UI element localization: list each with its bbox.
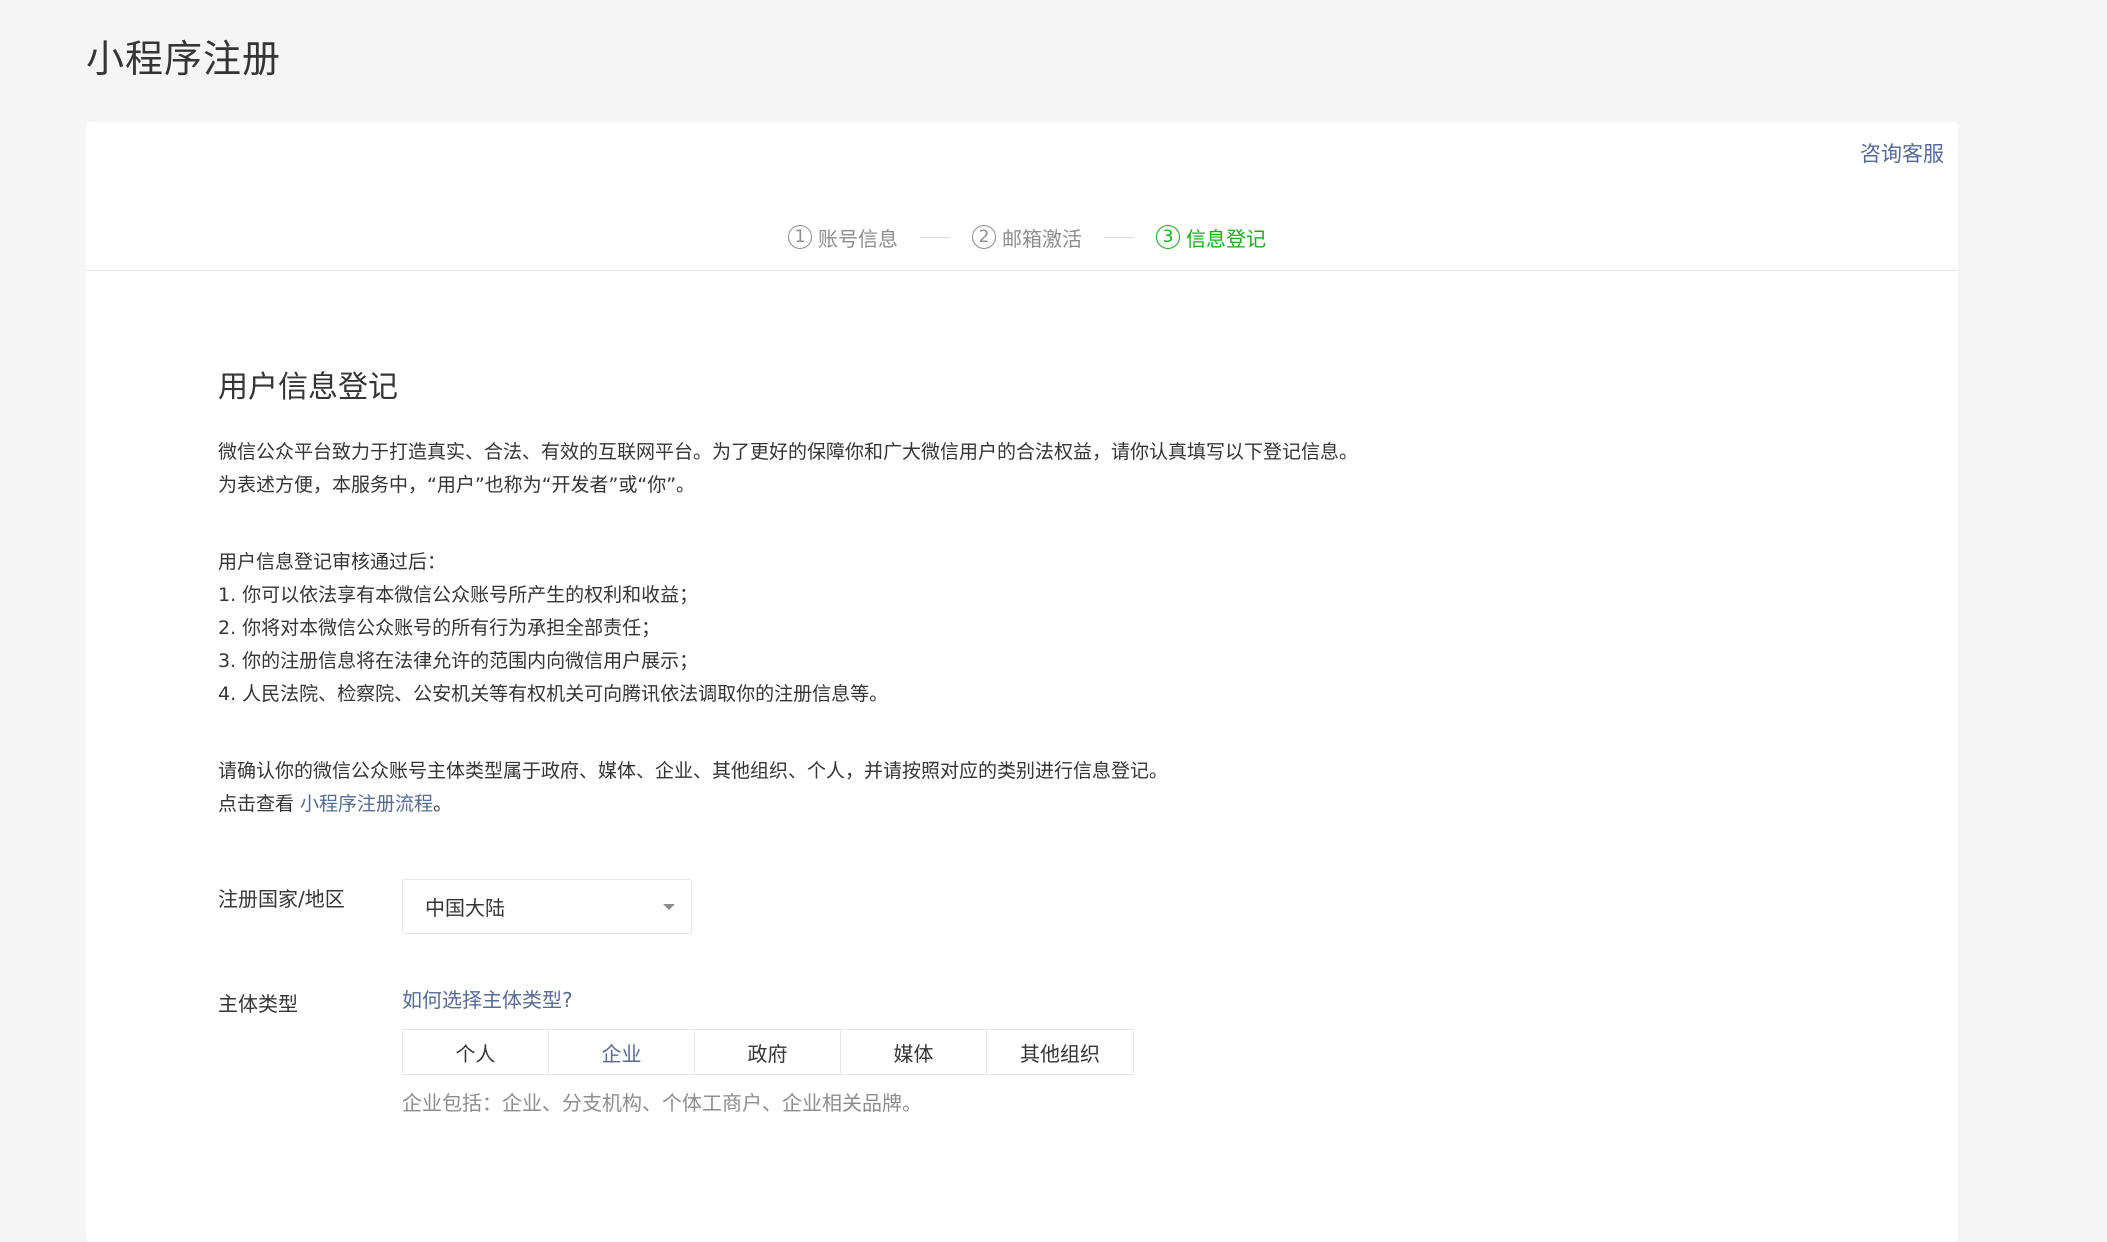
page-title: 小程序注册 — [86, 37, 282, 81]
after-approval-item-3: 3. 你的注册信息将在法律允许的范围内向微信用户展示； — [218, 650, 699, 672]
entity-type-individual[interactable]: 个人 — [403, 1030, 549, 1074]
entity-type-selector: 个人 企业 政府 媒体 其他组织 — [402, 1029, 1134, 1075]
country-select[interactable]: 中国大陆 — [402, 879, 692, 934]
intro-line-1: 微信公众平台致力于打造真实、合法、有效的互联网平台。为了更好的保障你和广大微信用… — [218, 441, 1359, 463]
step-email-activation: 2 邮箱激活 — [972, 223, 1082, 252]
entity-type-media[interactable]: 媒体 — [841, 1030, 987, 1074]
section-title: 用户信息登记 — [218, 370, 398, 405]
country-row: 注册国家/地区 中国大陆 — [218, 879, 1718, 934]
entity-type-hint: 企业包括：企业、分支机构、个体工商户、企业相关品牌。 — [402, 1091, 922, 1115]
flow-prefix: 点击查看 — [218, 793, 301, 815]
entity-type-other-org[interactable]: 其他组织 — [987, 1030, 1133, 1074]
registration-flow-link[interactable]: 小程序注册流程 — [300, 793, 433, 815]
entity-type-control: 如何选择主体类型? 个人 企业 政府 媒体 其他组织 企业包括：企业、分支机构、… — [402, 984, 1134, 1116]
step-label: 账号信息 — [818, 226, 898, 251]
step-account-info: 1 账号信息 — [788, 223, 898, 252]
step-label: 信息登记 — [1186, 226, 1266, 251]
confirm-paragraph: 请确认你的微信公众账号主体类型属于政府、媒体、企业、其他组织、个人，并请按照对应… — [218, 755, 1718, 821]
country-select-value: 中国大陆 — [425, 896, 505, 920]
step-indicator: 1 账号信息 2 邮箱激活 3 信息登记 — [86, 212, 1958, 262]
flow-suffix: 。 — [433, 793, 453, 815]
step-number-2: 2 — [972, 225, 996, 249]
registration-card: 咨询客服 1 账号信息 2 邮箱激活 3 信息登记 用户信息登记 微信公众平台致… — [86, 122, 1958, 1242]
entity-type-government[interactable]: 政府 — [695, 1030, 841, 1074]
country-label: 注册国家/地区 — [218, 887, 345, 911]
after-approval-item-1: 1. 你可以依法享有本微信公众账号所产生的权利和收益； — [218, 584, 699, 606]
registration-section: 用户信息登记 微信公众平台致力于打造真实、合法、有效的互联网平台。为了更好的保障… — [218, 362, 1718, 1116]
flow-line: 点击查看 小程序注册流程。 — [218, 788, 1718, 821]
step-connector — [920, 236, 950, 238]
after-approval-paragraph: 用户信息登记审核通过后： 1. 你可以依法享有本微信公众账号所产生的权利和收益；… — [218, 546, 1718, 711]
intro-paragraph: 微信公众平台致力于打造真实、合法、有效的互联网平台。为了更好的保障你和广大微信用… — [218, 436, 1718, 502]
dropdown-caret-icon — [663, 904, 675, 910]
intro-line-2: 为表述方便，本服务中，“用户”也称为“开发者”或“你”。 — [218, 474, 696, 496]
entity-type-enterprise[interactable]: 企业 — [549, 1030, 695, 1074]
step-number-3: 3 — [1156, 225, 1180, 249]
header-divider — [86, 270, 1958, 271]
entity-type-help-link[interactable]: 如何选择主体类型? — [402, 984, 1134, 1013]
after-approval-item-4: 4. 人民法院、检察院、公安机关等有权机关可向腾讯依法调取你的注册信息等。 — [218, 683, 889, 705]
step-info-registration: 3 信息登记 — [1156, 223, 1266, 252]
after-approval-title: 用户信息登记审核通过后： — [218, 551, 447, 573]
customer-service-link[interactable]: 咨询客服 — [1860, 138, 1944, 168]
entity-type-row: 主体类型 如何选择主体类型? 个人 企业 政府 媒体 其他组织 企业包括：企业、… — [218, 984, 1718, 1116]
step-connector — [1104, 236, 1134, 238]
after-approval-item-2: 2. 你将对本微信公众账号的所有行为承担全部责任； — [218, 617, 661, 639]
confirm-text: 请确认你的微信公众账号主体类型属于政府、媒体、企业、其他组织、个人，并请按照对应… — [218, 760, 1169, 782]
step-label: 邮箱激活 — [1002, 226, 1082, 251]
step-number-1: 1 — [788, 225, 812, 249]
entity-type-label: 主体类型 — [218, 992, 298, 1016]
